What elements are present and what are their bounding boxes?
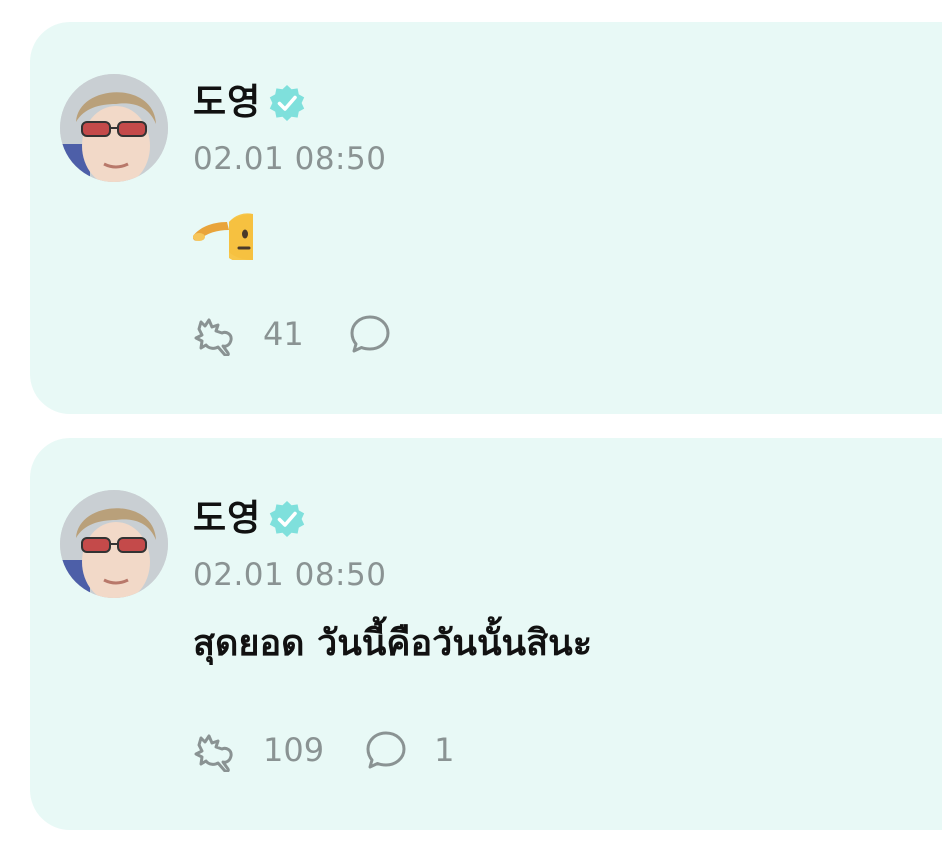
reaction-count: 109 (263, 731, 325, 769)
post-timestamp: 02.01 08:50 (193, 557, 387, 593)
post-card[interactable]: 도영 02.01 08:50 41 (30, 22, 942, 414)
post-actions: 109 1 (193, 728, 455, 773)
avatar[interactable] (60, 74, 168, 182)
reaction-count: 41 (263, 315, 304, 353)
post-actions: 41 (193, 312, 418, 357)
author-row: 도영 (193, 80, 307, 126)
avatar[interactable] (60, 490, 168, 598)
comment-icon[interactable] (348, 312, 392, 356)
reaction-icon[interactable] (193, 312, 237, 357)
author-row: 도영 (193, 496, 307, 542)
verified-badge-icon (267, 83, 307, 123)
reaction-icon[interactable] (193, 728, 237, 773)
post-timestamp: 02.01 08:50 (193, 141, 387, 177)
post-feed: 도영 02.01 08:50 41 도영 02.01 08:50 สุดยอด … (0, 0, 942, 856)
post-card[interactable]: 도영 02.01 08:50 สุดยอด วันนี้คือวันนั้นสิ… (30, 438, 942, 830)
saluting-face-emoji (192, 200, 253, 263)
author-name[interactable]: 도영 (193, 80, 261, 126)
post-text: สุดยอด วันนี้คือวันนั้นสินะ (193, 623, 593, 664)
comment-icon[interactable] (364, 728, 408, 772)
verified-badge-icon (267, 499, 307, 539)
avatar-image (60, 74, 168, 182)
comment-count: 1 (434, 731, 455, 769)
avatar-image (60, 490, 168, 598)
author-name[interactable]: 도영 (193, 496, 261, 542)
